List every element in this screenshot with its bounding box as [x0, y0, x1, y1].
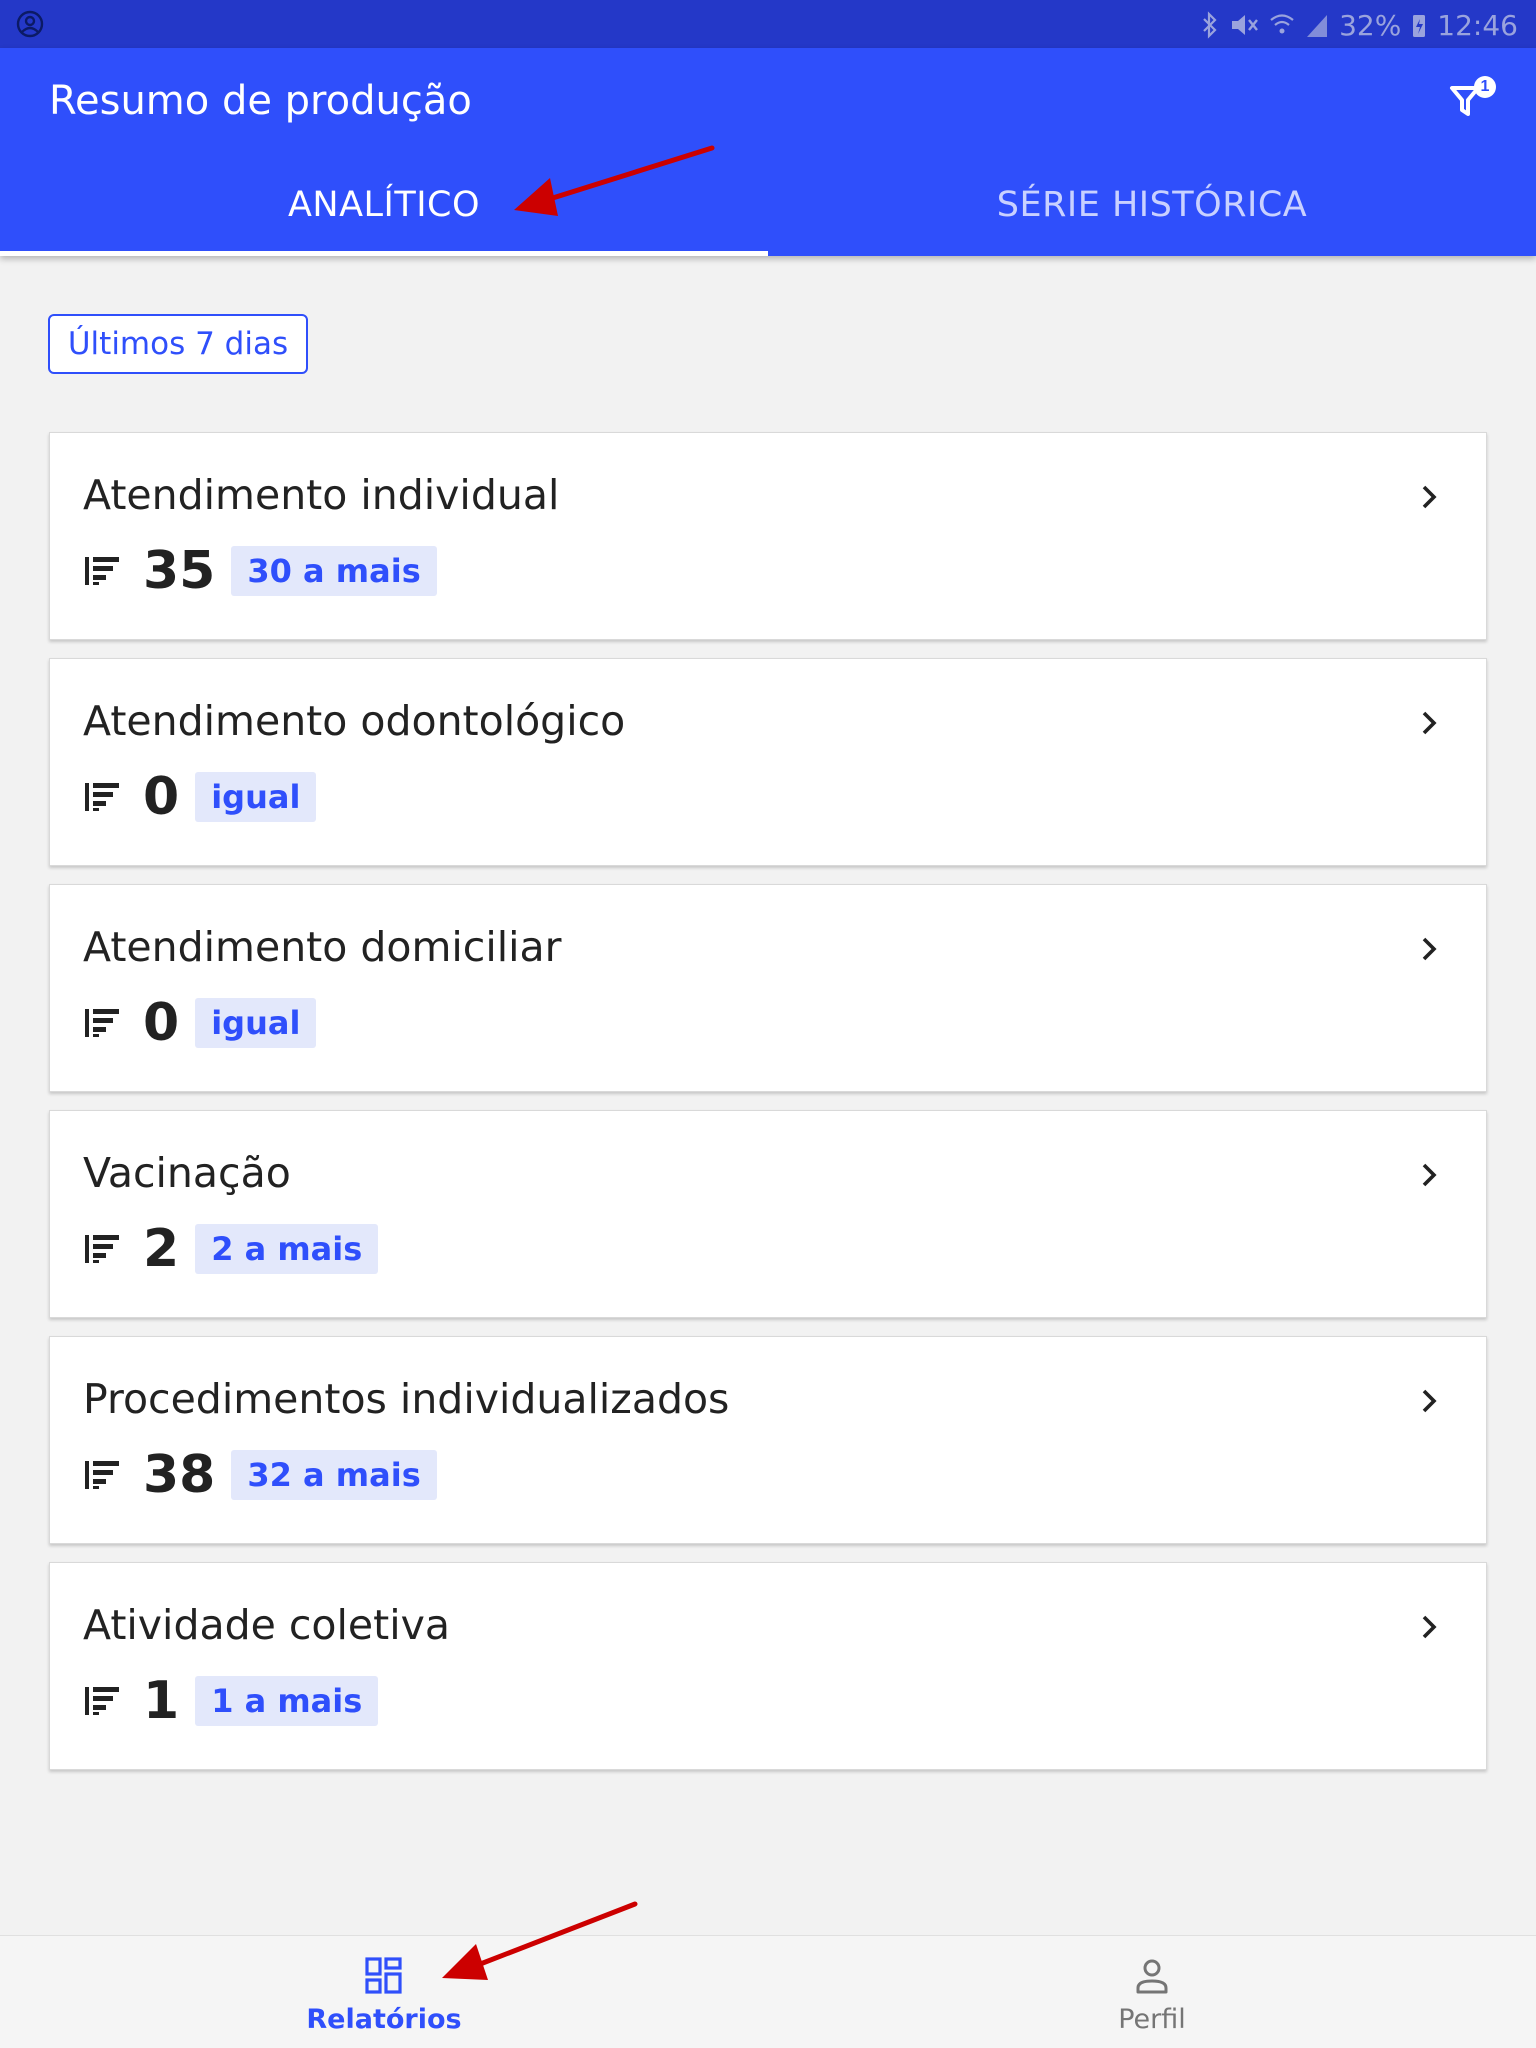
sort-icon	[85, 1461, 119, 1489]
comparison-badge: 2 a mais	[195, 1224, 379, 1274]
card-title: Atendimento individual	[83, 471, 560, 519]
tab-label: SÉRIE HISTÓRICA	[996, 185, 1308, 225]
chevron-right-icon	[1422, 711, 1437, 735]
report-card[interactable]: Atendimento odontológico 0 igual	[49, 658, 1487, 866]
sort-icon	[85, 1687, 119, 1715]
report-card-list: Atendimento individual 35 30 a mais Aten…	[49, 432, 1487, 1788]
dashboard-icon	[365, 1957, 402, 1994]
tab-indicator	[0, 251, 768, 256]
report-card[interactable]: Procedimentos individualizados 38 32 a m…	[49, 1336, 1487, 1544]
tab-bar: ANALÍTICO SÉRIE HISTÓRICA	[0, 154, 1536, 256]
report-card[interactable]: Atendimento domiciliar 0 igual	[49, 884, 1487, 1092]
mute-icon	[1232, 15, 1258, 35]
card-value: 35	[143, 541, 216, 601]
card-title: Vacinação	[83, 1149, 291, 1197]
bluetooth-icon	[1203, 11, 1217, 39]
filter-button[interactable]: 1	[1444, 70, 1500, 126]
account-circle-icon	[16, 10, 44, 38]
app-bar: Resumo de produção 1 ANALÍTICO SÉRIE HIS…	[0, 48, 1536, 256]
status-indicators: 32% 12:46	[1201, 8, 1518, 42]
annotation-arrow	[442, 1901, 638, 1980]
card-title: Atendimento odontológico	[83, 697, 626, 745]
filter-count-badge: 1	[1474, 76, 1496, 98]
chevron-right-icon	[1422, 937, 1437, 961]
comparison-badge: 30 a mais	[231, 546, 437, 596]
tab-serie-historica[interactable]: SÉRIE HISTÓRICA	[768, 154, 1536, 256]
chevron-right-icon	[1422, 1389, 1437, 1413]
card-metric-row: 1 1 a mais	[83, 1671, 379, 1731]
sort-icon	[85, 1009, 119, 1037]
bottom-navigation: Relatórios Perfil	[0, 1935, 1536, 2048]
sort-icon	[85, 1235, 119, 1263]
battery-percentage: 32%	[1339, 8, 1402, 42]
comparison-badge: 32 a mais	[231, 1450, 437, 1500]
signal-icon	[1307, 15, 1328, 37]
card-value: 38	[143, 1445, 216, 1505]
card-metric-row: 0 igual	[83, 767, 317, 827]
card-value: 1	[143, 1671, 180, 1731]
card-value: 0	[143, 993, 180, 1053]
nav-label: Relatórios	[306, 2004, 462, 2035]
card-title: Procedimentos individualizados	[83, 1375, 730, 1423]
card-title: Atividade coletiva	[83, 1601, 450, 1649]
status-bar: 32% 12:46	[0, 0, 1536, 48]
nav-item-perfil[interactable]: Perfil	[768, 1936, 1536, 2048]
period-filter-chip[interactable]: Últimos 7 dias	[48, 314, 308, 374]
sort-icon	[85, 557, 119, 585]
report-card[interactable]: Vacinação 2 2 a mais	[49, 1110, 1487, 1318]
annotation-arrow	[514, 145, 715, 216]
card-value: 2	[143, 1219, 180, 1279]
comparison-badge: igual	[195, 998, 317, 1048]
nav-item-relatorios[interactable]: Relatórios	[0, 1936, 768, 2048]
chevron-right-icon	[1422, 485, 1437, 509]
card-value: 0	[143, 767, 180, 827]
battery-charging-icon	[1413, 15, 1426, 37]
chevron-right-icon	[1422, 1615, 1437, 1639]
card-metric-row: 0 igual	[83, 993, 317, 1053]
clock: 12:46	[1437, 8, 1518, 42]
card-metric-row: 35 30 a mais	[83, 541, 437, 601]
report-card[interactable]: Atendimento individual 35 30 a mais	[49, 432, 1487, 640]
nav-label: Perfil	[1118, 2004, 1186, 2035]
card-metric-row: 2 2 a mais	[83, 1219, 379, 1279]
report-card[interactable]: Atividade coletiva 1 1 a mais	[49, 1562, 1487, 1770]
comparison-badge: igual	[195, 772, 317, 822]
person-icon	[1136, 1959, 1168, 1994]
tab-label: ANALÍTICO	[287, 185, 481, 225]
page-title: Resumo de produção	[49, 78, 472, 124]
chevron-right-icon	[1422, 1163, 1437, 1187]
card-metric-row: 38 32 a mais	[83, 1445, 437, 1505]
comparison-badge: 1 a mais	[195, 1676, 379, 1726]
sort-icon	[85, 783, 119, 811]
card-title: Atendimento domiciliar	[83, 923, 562, 971]
wifi-icon	[1270, 14, 1294, 34]
